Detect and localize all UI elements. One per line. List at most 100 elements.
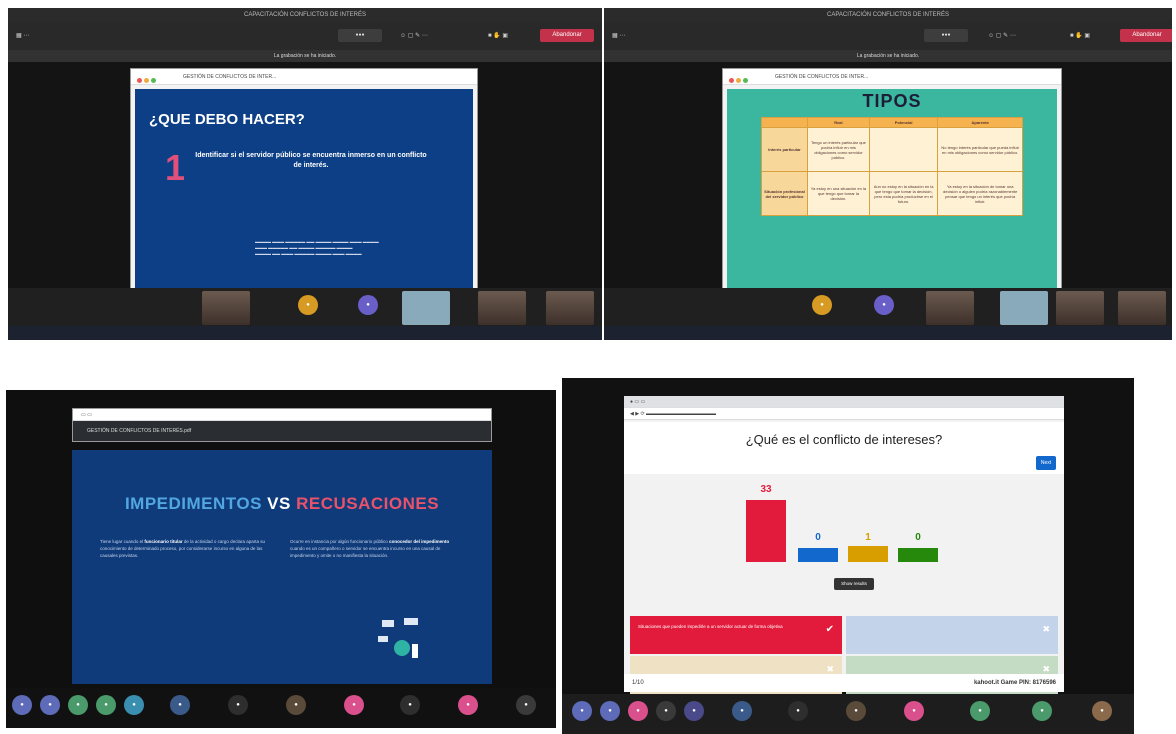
pdf-toolbar: GESTIÓN DE CONFLICTOS DE INTERÉS.pdf — [73, 421, 491, 441]
participant-avatar[interactable]: ● — [516, 695, 536, 715]
slide-title: IMPEDIMENTOS VS RECUSACIONES — [72, 494, 492, 514]
bar-yellow — [848, 546, 888, 562]
participants-icon[interactable]: ☺ ▢ ✎ ⋯ — [988, 30, 1016, 42]
participant-avatar[interactable]: ● — [572, 701, 592, 721]
participant-avatar[interactable]: ● — [628, 701, 648, 721]
count-red: 33 — [760, 484, 772, 495]
participant-avatar[interactable]: ● — [68, 695, 88, 715]
participant-avatar[interactable]: ● — [846, 701, 866, 721]
participant-avatar[interactable]: ● — [40, 695, 60, 715]
participant-avatar[interactable]: ● — [812, 295, 832, 315]
table-cell: No tengo interés particular que pueda in… — [937, 127, 1023, 172]
window-title: CAPACITACIÓN CONFLICTOS DE INTERÉS — [8, 8, 602, 22]
results-area — [624, 474, 1064, 614]
doc-title: GESTIÓN DE CONFLICTOS DE INTER... — [183, 74, 277, 80]
table-cell: Aún no estoy en la situación en la que t… — [868, 171, 939, 216]
kahoot-footer: 1/10 kahoot.it Game PIN: 8176596 — [624, 674, 1064, 692]
participant-avatar[interactable]: ● — [874, 295, 894, 315]
participants-strip: ● ● — [604, 288, 1172, 326]
participant-avatar[interactable]: ● — [12, 695, 32, 715]
question-text: ¿Qué es el conflicto de intereses? — [745, 432, 943, 447]
recording-button[interactable]: ●●● — [924, 29, 968, 42]
participant-avatar[interactable]: ● — [970, 701, 990, 721]
slide-notes: ▬▬▬▬ ▬▬▬ ▬▬▬▬▬ ▬▬ ▬▬▬▬ ▬▬▬▬ ▬▬▬ ▬▬▬▬ ▬▬▬ … — [255, 239, 379, 256]
bar-blue — [798, 548, 838, 562]
answer-text: Situaciones que pueden impedirle a un se… — [638, 624, 783, 629]
table-cell: Ya estoy en una situación en la que teng… — [807, 171, 870, 216]
title-recusaciones: RECUSACIONES — [296, 494, 440, 513]
camera-icon[interactable]: ■ ✋ ▣ — [488, 30, 508, 42]
participant-avatar[interactable]: ● — [344, 695, 364, 715]
col2-rest: cuando es un compañero o servidor se enc… — [290, 546, 441, 558]
participants-icon[interactable]: ☺ ▢ ✎ ⋯ — [400, 30, 428, 42]
show-results-button[interactable]: Show results — [834, 578, 874, 590]
participant-video[interactable] — [402, 291, 450, 325]
participant-avatar[interactable]: ● — [732, 701, 752, 721]
participant-avatar[interactable]: ● — [286, 695, 306, 715]
slide: IMPEDIMENTOS VS RECUSACIONES Tiene lugar… — [72, 450, 492, 684]
question-counter: 1/10 — [632, 680, 644, 686]
slide-window-bar: GESTIÓN DE CONFLICTOS DE INTER... — [723, 69, 1061, 85]
browser-chrome: ▭ ▭ GESTIÓN DE CONFLICTOS DE INTERÉS.pdf — [72, 408, 492, 442]
participant-avatar[interactable]: ● — [358, 295, 378, 315]
slide-text: Identificar si el servidor público se en… — [195, 152, 427, 169]
recording-notice: La grabación se ha iniciado. — [604, 50, 1172, 62]
meeting-window-3: ▭ ▭ GESTIÓN DE CONFLICTOS DE INTERÉS.pdf… — [6, 390, 556, 728]
window-dots — [137, 74, 158, 90]
participant-video[interactable] — [1000, 291, 1048, 325]
leave-button[interactable]: Abandonar — [540, 29, 594, 42]
count-blue: 0 — [815, 532, 821, 543]
col2-lead: Ocurre en instancia por algún funcionari… — [290, 539, 388, 544]
camera-icon[interactable]: ■ ✋ ▣ — [1070, 30, 1090, 42]
col1-lead: Tiene lugar cuando el — [100, 539, 144, 544]
table-header — [761, 117, 808, 128]
participant-video[interactable] — [1118, 291, 1166, 325]
shared-screen: GESTIÓN DE CONFLICTOS DE INTER... ¿QUE D… — [8, 62, 602, 300]
participant-avatar[interactable]: ● — [458, 695, 478, 715]
participant-video[interactable] — [202, 291, 250, 325]
col2-bold: conocedor del impedimento — [389, 539, 450, 544]
table-header: Real — [807, 117, 870, 128]
next-button[interactable]: Next — [1036, 456, 1056, 470]
meeting-toolbar: ▦ ⋯ ●●● ☺ ▢ ✎ ⋯ ■ ✋ ▣ Abandonar — [8, 22, 602, 50]
participants-strip: ● ● ● ● ● ● ● ● ● ● ● ● — [562, 694, 1134, 734]
slide-step-number: 1 — [165, 147, 186, 188]
participant-avatar[interactable]: ● — [684, 701, 704, 721]
kahoot-window: ● ▭ ▭ ◀ ▶ ⟳ ▬▬▬▬▬▬▬▬▬▬▬▬▬▬ ¿Qué es el co… — [624, 396, 1064, 694]
participant-avatar[interactable]: ● — [1032, 701, 1052, 721]
count-yellow: 1 — [865, 532, 871, 543]
recusaciones-text: Ocurre en instancia por algún funcionari… — [290, 538, 460, 559]
participant-avatar[interactable]: ● — [124, 695, 144, 715]
participant-avatar[interactable]: ● — [788, 701, 808, 721]
participant-video[interactable] — [1056, 291, 1104, 325]
check-icon: ✔ — [825, 624, 834, 635]
participant-avatar[interactable]: ● — [298, 295, 318, 315]
participant-avatar[interactable]: ● — [400, 695, 420, 715]
participant-avatar[interactable]: ● — [170, 695, 190, 715]
leave-button[interactable]: Abandonar — [1120, 29, 1172, 42]
slide-window-bar: GESTIÓN DE CONFLICTOS DE INTER... — [131, 69, 477, 85]
slide: ¿QUE DEBO HACER? 1 Identificar si el ser… — [135, 89, 473, 299]
recording-notice: La grabación se ha iniciado. — [8, 50, 602, 62]
row-header: Situación profesional del servidor públi… — [761, 171, 808, 216]
address-bar[interactable]: ◀ ▶ ⟳ ▬▬▬▬▬▬▬▬▬▬▬▬▬▬ — [624, 408, 1064, 420]
recording-button[interactable]: ●●● — [338, 29, 382, 42]
title-vs: VS — [267, 494, 291, 513]
participant-avatar[interactable]: ● — [96, 695, 116, 715]
participant-video[interactable] — [546, 291, 594, 325]
title-impedimentos: IMPEDIMENTOS — [124, 494, 262, 513]
browser-tabs: ▭ ▭ — [73, 409, 491, 421]
participant-avatar[interactable]: ● — [904, 701, 924, 721]
participant-avatar[interactable]: ● — [656, 701, 676, 721]
participant-video[interactable] — [478, 291, 526, 325]
meeting-toolbar: ▦ ⋯ ●●● ☺ ▢ ✎ ⋯ ■ ✋ ▣ Abandonar — [604, 22, 1172, 50]
types-table: Real Potencial Aparente Interés particul… — [761, 117, 1023, 216]
bar-red — [746, 500, 786, 562]
participant-avatar[interactable]: ● — [600, 701, 620, 721]
participants-strip: ● ● ● ● ● ● ● ● ● ● ● ● — [6, 688, 556, 728]
table-cell: Ya estoy en la situación de tomar una de… — [937, 171, 1023, 216]
participant-avatar[interactable]: ● — [1092, 701, 1112, 721]
participant-video[interactable] — [926, 291, 974, 325]
participants-strip: ● ● — [8, 288, 602, 326]
participant-avatar[interactable]: ● — [228, 695, 248, 715]
